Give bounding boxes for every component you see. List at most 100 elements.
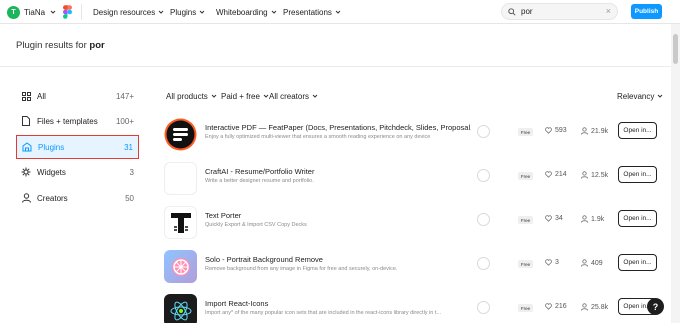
sidebar-item-widgets[interactable]: Widgets 3 <box>16 160 139 184</box>
plugin-icon <box>22 142 32 152</box>
result-title[interactable]: Text Porter <box>205 211 471 220</box>
price-badge: Free <box>518 304 533 312</box>
users-count: 1.9k <box>581 215 604 223</box>
result-title[interactable]: CraftAI - Resume/Portfolio Writer <box>205 167 471 176</box>
heart-icon <box>545 127 552 134</box>
person-icon <box>581 127 588 135</box>
chevron-down-icon <box>335 10 341 14</box>
heart-icon <box>545 303 552 310</box>
chevron-down-icon <box>312 94 318 98</box>
heart-icon <box>545 215 552 222</box>
users-value: 409 <box>591 259 603 267</box>
result-title[interactable]: Import React-Icons <box>205 299 471 308</box>
result-row[interactable]: CraftAI - Resume/Portfolio Writer Write … <box>164 162 664 206</box>
users-count: 409 <box>581 259 603 267</box>
creator-avatar[interactable] <box>477 169 490 182</box>
likes-value: 3 <box>555 259 559 266</box>
likes-count[interactable]: 34 <box>545 215 563 222</box>
price-badge: Free <box>518 216 533 224</box>
sidebar-item-label: Plugins <box>38 142 65 152</box>
result-title[interactable]: Interactive PDF — FeatPaper (Docs, Prese… <box>205 123 471 132</box>
scrollbar-thumb[interactable] <box>673 34 678 64</box>
result-row[interactable]: Interactive PDF — FeatPaper (Docs, Prese… <box>164 118 664 162</box>
users-value: 1.9k <box>591 215 605 223</box>
sidebar-item-count: 147+ <box>115 91 134 101</box>
nav-label: Whiteboarding <box>216 7 268 17</box>
result-description: Quickly Export & Import CSV Copy Decks <box>205 222 307 228</box>
figma-logo-icon[interactable] <box>63 5 72 19</box>
nav-presentations[interactable]: Presentations <box>283 6 342 18</box>
react-icons-logo-icon <box>164 294 197 323</box>
nav-label: Design resources <box>93 7 156 17</box>
sort-dropdown[interactable]: Relevancy <box>617 90 664 102</box>
solo-logo-icon <box>164 250 197 283</box>
users-value: 21.9k <box>591 127 609 135</box>
chevron-down-icon <box>658 94 663 98</box>
creator-avatar[interactable] <box>477 257 490 270</box>
help-button[interactable]: ? <box>647 298 664 315</box>
nav-whiteboarding[interactable]: Whiteboarding <box>216 6 278 18</box>
person-icon <box>581 171 588 179</box>
price-badge: Free <box>518 172 533 180</box>
avatar: T <box>7 5 20 19</box>
likes-count[interactable]: 3 <box>545 259 559 266</box>
sidebar-item-count: 3 <box>129 167 134 177</box>
craftai-logo-icon <box>164 162 197 195</box>
clear-search-icon[interactable]: × <box>606 7 611 16</box>
chevron-down-icon <box>271 10 276 14</box>
person-icon <box>581 303 588 311</box>
filter-products-dropdown[interactable]: All products <box>166 90 218 102</box>
person-icon <box>581 259 588 267</box>
result-title[interactable]: Solo - Portrait Background Remove <box>205 255 471 264</box>
featpaper-logo-icon <box>164 118 197 151</box>
widget-icon <box>21 167 31 177</box>
nav-label: Plugins <box>170 7 197 17</box>
creator-avatar[interactable] <box>477 301 490 314</box>
open-in-button[interactable]: Open in... <box>618 122 657 139</box>
publish-button[interactable]: Publish <box>631 4 662 19</box>
nav-plugins[interactable]: Plugins <box>170 6 206 18</box>
likes-count[interactable]: 593 <box>545 127 567 134</box>
sidebar-item-files-templates[interactable]: Files + templates 100+ <box>16 109 139 133</box>
filter-label: Paid + free <box>221 91 260 101</box>
likes-value: 593 <box>555 127 567 134</box>
creator-avatar[interactable] <box>477 213 490 226</box>
scrollbar-track[interactable] <box>671 24 680 323</box>
page-title-query: por <box>89 40 105 51</box>
sidebar-item-all[interactable]: All 147+ <box>16 84 139 108</box>
person-icon <box>21 193 31 203</box>
page-title: Plugin results for por <box>16 40 105 51</box>
result-description: Enjoy a fully optimized multi-viewer tha… <box>205 134 431 140</box>
person-icon <box>581 215 588 223</box>
sidebar-item-label: Files + templates <box>37 116 98 126</box>
open-in-button[interactable]: Open in... <box>618 166 657 183</box>
sidebar-item-label: Widgets <box>37 167 66 177</box>
divider <box>0 66 671 67</box>
filter-price-dropdown[interactable]: Paid + free <box>221 90 270 102</box>
sidebar-item-plugins[interactable]: Plugins 31 <box>16 135 139 159</box>
heart-icon <box>545 259 552 266</box>
result-row[interactable]: Solo - Portrait Background Remove Remove… <box>164 250 664 294</box>
sidebar-item-creators[interactable]: Creators 50 <box>16 186 139 210</box>
user-name: TiaNa <box>24 7 46 17</box>
users-count: 21.9k <box>581 127 608 135</box>
filter-creators-dropdown[interactable]: All creators <box>269 90 319 102</box>
search-box[interactable]: × <box>501 3 618 20</box>
likes-value: 216 <box>555 303 567 310</box>
result-description: Write a better designer resume and portf… <box>205 178 314 184</box>
likes-count[interactable]: 216 <box>545 303 567 310</box>
chevron-down-icon <box>158 10 164 14</box>
nav-design-resources[interactable]: Design resources <box>93 6 165 18</box>
users-value: 25.8k <box>591 303 609 311</box>
open-in-button[interactable]: Open in... <box>618 254 657 271</box>
user-menu[interactable]: T TiaNa <box>7 5 57 19</box>
likes-count[interactable]: 214 <box>545 171 567 178</box>
likes-value: 214 <box>555 171 567 178</box>
result-row[interactable]: Text Porter Quickly Export & Import CSV … <box>164 206 664 250</box>
chevron-down-icon <box>50 10 56 14</box>
open-in-button[interactable]: Open in... <box>618 210 657 227</box>
creator-avatar[interactable] <box>477 125 490 138</box>
price-badge: Free <box>518 260 533 268</box>
result-row[interactable]: Import React-Icons Import any* of the ma… <box>164 294 664 323</box>
search-input[interactable] <box>521 7 605 16</box>
